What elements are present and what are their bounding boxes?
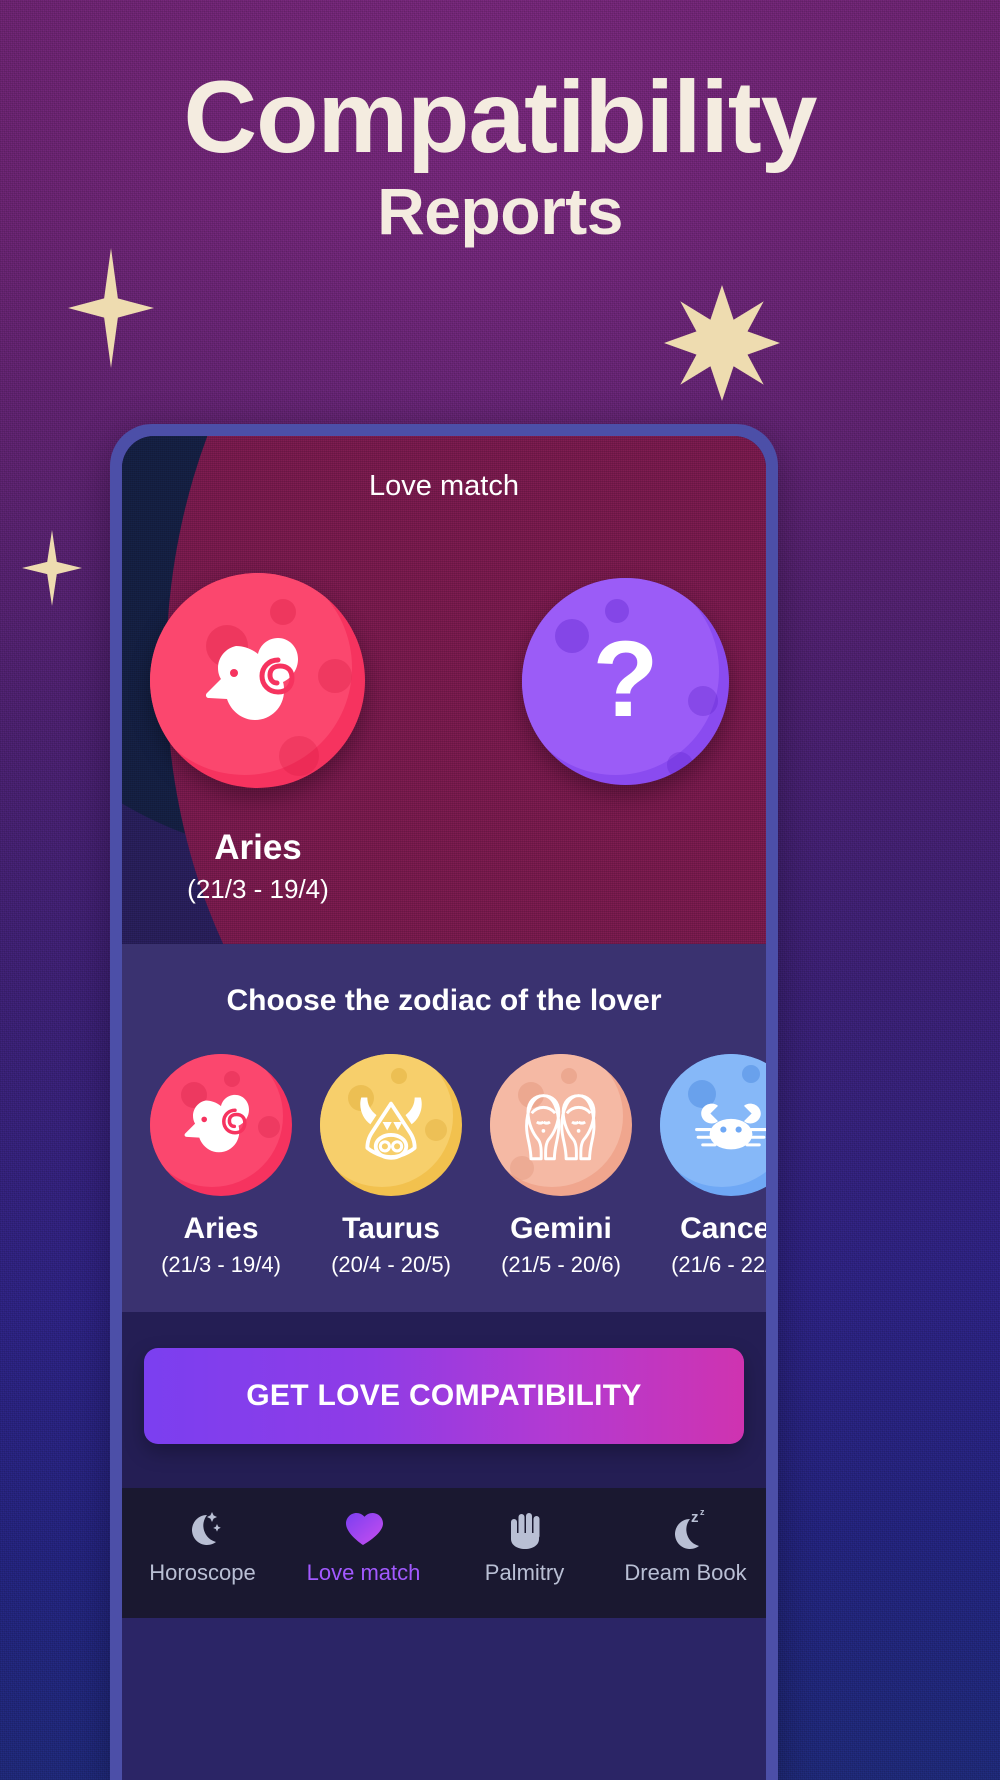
zodiac-option-aries[interactable]: Aries (21/3 - 19/4) [150,1054,292,1278]
zodiac-option-name: Aries [183,1212,259,1245]
zodiac-option-gemini[interactable]: Gemini (21/5 - 20/6) [490,1054,632,1278]
orb-crater [555,619,590,654]
gemini-twins-icon [525,1094,596,1161]
eight-point-starburst-icon [664,285,780,401]
tab-palmitry[interactable]: Palmitry [444,1506,605,1586]
zodiac-avatar [660,1054,766,1196]
partner-sign-orb[interactable]: ? [522,578,729,785]
chooser-heading: Choose the zodiac of the lover [226,984,662,1017]
app-screen: Love match ? Aries (21/3 - 19/4) Choose … [122,436,766,1780]
orb-crater [270,598,297,625]
moon-sleep-icon: z z [664,1506,708,1552]
zodiac-sign-list[interactable]: Aries (21/3 - 19/4) Taurus (20/4 - 20/5)… [122,1054,766,1278]
zodiac-option-name: Gemini [510,1212,612,1245]
taurus-bull-icon [360,1097,422,1160]
love-match-hero: Love match ? Aries (21/3 - 19/4) [122,436,766,944]
selected-sign-dates: (21/3 - 19/4) [187,874,329,904]
get-love-compatibility-button[interactable]: GET LOVE COMPATIBILITY [144,1348,744,1444]
phone-mockup: Love match ? Aries (21/3 - 19/4) Choose … [110,424,778,1780]
tab-love-match[interactable]: Love match [283,1506,444,1586]
tab-label: Palmitry [484,1560,565,1585]
heart-icon [342,1506,386,1552]
aries-ram-icon [184,1094,249,1153]
zodiac-option-taurus[interactable]: Taurus (20/4 - 20/5) [320,1054,462,1278]
zodiac-option-name: Taurus [342,1212,440,1245]
orb-crater [687,685,718,716]
orb-crater [279,736,319,777]
zodiac-option-dates: (20/4 - 20/5) [331,1252,451,1277]
promo-headline: Compatibility Reports [0,60,1000,249]
zodiac-option-dates: (21/3 - 19/4) [161,1252,281,1277]
headline-line-1: Compatibility [183,60,817,174]
zodiac-chooser: Choose the zodiac of the lover Aries (21… [122,944,766,1312]
hand-palm-icon [503,1506,547,1552]
moon-stars-icon [181,1506,225,1552]
headline-line-2: Reports [377,174,623,249]
cta-section: GET LOVE COMPATIBILITY [122,1312,766,1488]
svg-text:z: z [691,1509,699,1526]
zodiac-option-dates: (21/5 - 20/6) [501,1252,621,1277]
svg-text:z: z [700,1507,705,1517]
selected-sign-orb[interactable] [150,573,365,788]
tab-horoscope[interactable]: Horoscope [122,1506,283,1586]
orb-crater [317,659,352,693]
zodiac-option-name: Cancer [680,1212,766,1245]
tab-label: Horoscope [149,1560,256,1585]
orb-crater [666,751,693,778]
zodiac-option-cancer[interactable]: Cancer (21/6 - 22/7) [660,1054,766,1278]
tab-label: Dream Book [624,1560,747,1585]
screen-title: Love match [369,470,519,502]
zodiac-avatar [150,1054,292,1196]
aries-ram-icon [205,637,298,720]
tab-dream-book[interactable]: z z Dream Book [605,1506,766,1586]
bottom-navigation: Horoscope Love match Palmitry z z Dream … [122,1488,766,1618]
cancer-crab-icon [695,1103,766,1150]
selected-sign-name: Aries [214,828,302,867]
zodiac-avatar [320,1054,462,1196]
tab-label: Love match [306,1560,421,1585]
zodiac-avatar [490,1054,632,1196]
zodiac-option-dates: (21/6 - 22/7) [671,1252,766,1277]
question-mark-icon: ? [592,617,659,739]
